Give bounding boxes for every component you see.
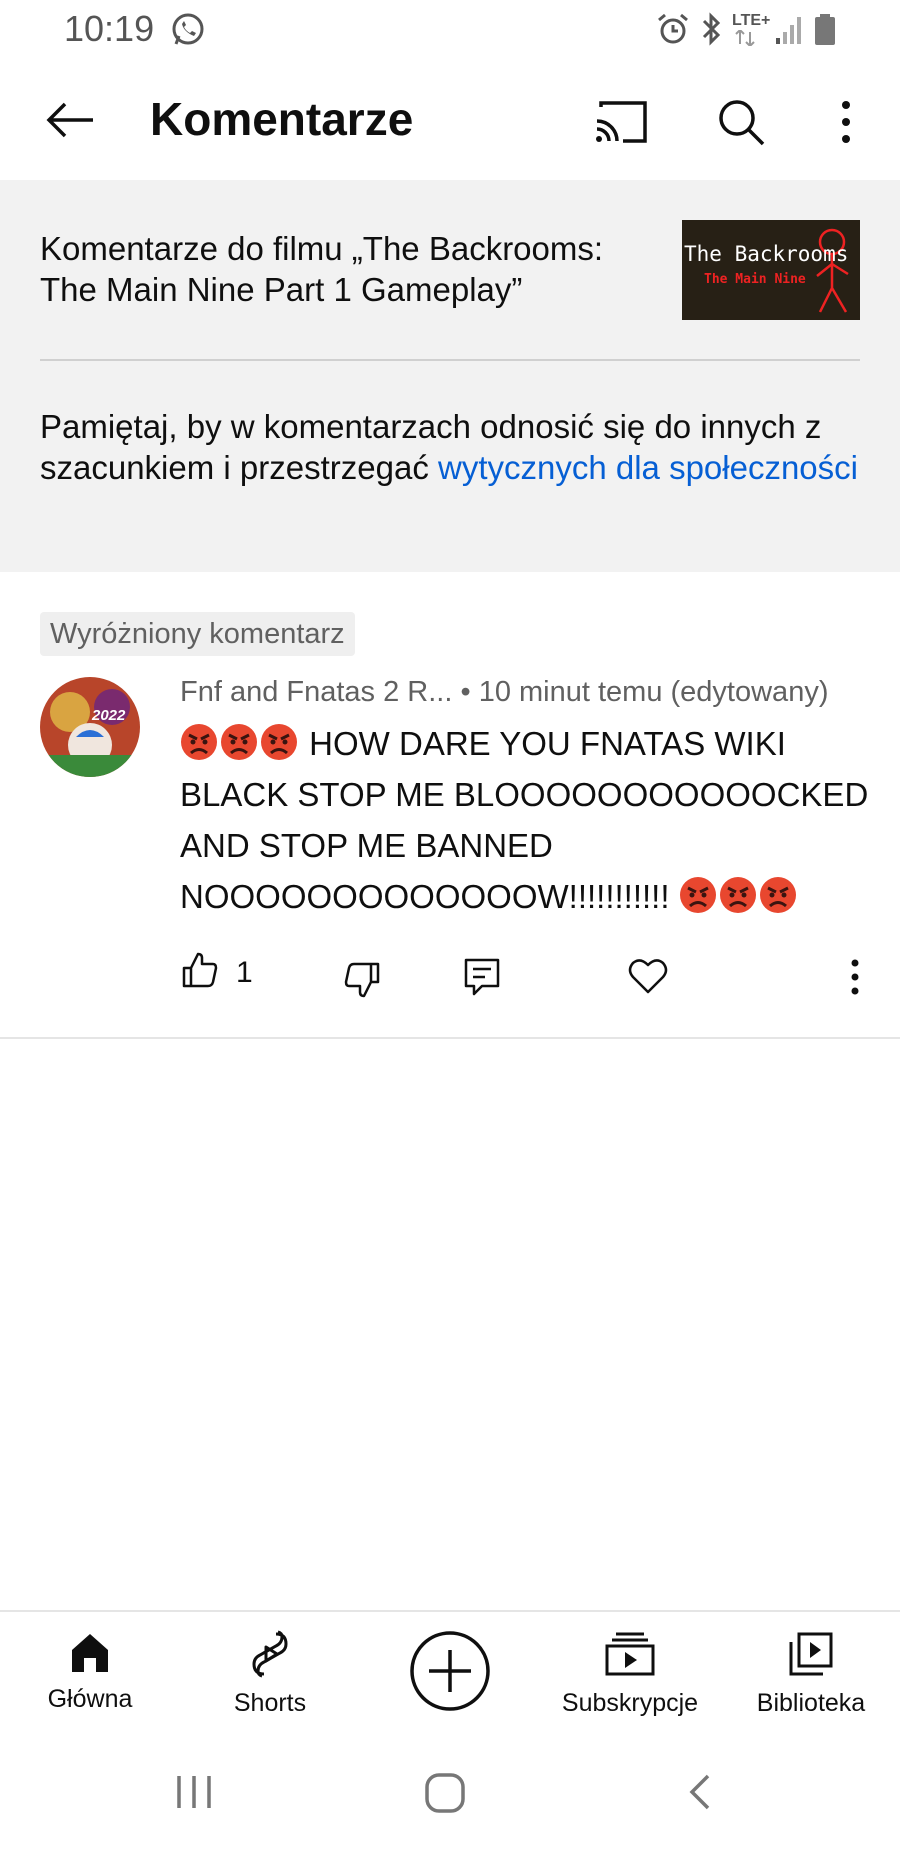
signal-icon bbox=[776, 12, 804, 51]
home-circle-icon[interactable] bbox=[424, 1772, 466, 1819]
angry-face-emoji bbox=[180, 723, 218, 761]
alarm-icon bbox=[656, 12, 690, 51]
guideline-notice: Pamiętaj, by w komentarzach odnosić się … bbox=[40, 406, 870, 488]
lte-icon: LTE+ bbox=[732, 12, 771, 29]
recent-apps-icon[interactable] bbox=[174, 1772, 214, 1817]
home-icon bbox=[68, 1634, 112, 1678]
status-time: 10:19 bbox=[64, 8, 155, 49]
thumbnail-subtitle: The Main Nine bbox=[704, 272, 806, 287]
reply-icon[interactable] bbox=[462, 956, 502, 1003]
like-icon[interactable] bbox=[180, 950, 220, 995]
thumbnail-title: The Backrooms bbox=[684, 242, 849, 266]
highlighted-comment-badge: Wyróżniony komentarz bbox=[40, 612, 355, 656]
comment-more-icon[interactable] bbox=[850, 958, 860, 1001]
angry-face-emoji bbox=[220, 723, 258, 761]
nav-label-library: Biblioteka bbox=[756, 1689, 866, 1717]
nav-label-shorts: Shorts bbox=[233, 1689, 307, 1717]
page-title: Komentarze bbox=[150, 93, 414, 145]
nav-label-home: Główna bbox=[47, 1685, 133, 1713]
angry-face-emoji bbox=[260, 723, 298, 761]
system-back-icon[interactable] bbox=[684, 1772, 714, 1817]
bluetooth-icon bbox=[698, 12, 726, 51]
shorts-icon bbox=[248, 1630, 292, 1682]
create-plus-icon[interactable] bbox=[409, 1630, 491, 1712]
angry-face-emoji bbox=[679, 876, 717, 914]
status-bar: 10:19 LTE+ bbox=[0, 0, 900, 62]
panel-divider bbox=[40, 359, 860, 361]
battery-icon bbox=[814, 12, 836, 51]
more-vert-icon[interactable] bbox=[826, 92, 866, 152]
search-icon[interactable] bbox=[708, 92, 774, 152]
back-arrow-icon[interactable] bbox=[34, 90, 106, 150]
data-arrows-icon bbox=[734, 28, 758, 51]
library-icon bbox=[787, 1632, 835, 1682]
nav-item-library[interactable]: Biblioteka bbox=[726, 1630, 896, 1718]
video-thumbnail[interactable]: The Backrooms The Main Nine bbox=[682, 220, 860, 320]
comment-meta: Fnf and Fnatas 2 R... • 10 minut temu (e… bbox=[180, 676, 828, 709]
avatar-year: 2022 bbox=[92, 707, 126, 724]
nav-item-shorts[interactable]: Shorts bbox=[185, 1630, 355, 1718]
cast-icon[interactable] bbox=[588, 92, 654, 152]
comment-time: 10 minut temu (edytowany) bbox=[478, 676, 829, 708]
meta-separator: • bbox=[452, 676, 479, 708]
like-count: 1 bbox=[236, 956, 253, 989]
video-title-text: Komentarze do filmu „The Backrooms: The … bbox=[40, 230, 604, 308]
angry-face-emoji bbox=[759, 876, 797, 914]
nav-item-subscriptions[interactable]: Subskrypcje bbox=[545, 1630, 715, 1718]
comment-body: HOW DARE YOU FNATAS WIKI BLACK STOP ME B… bbox=[180, 718, 870, 922]
dislike-icon[interactable] bbox=[342, 960, 382, 1005]
whatsapp-icon bbox=[170, 12, 206, 53]
subscriptions-icon bbox=[604, 1632, 656, 1682]
angry-face-emoji bbox=[719, 876, 757, 914]
nav-item-home[interactable]: Główna bbox=[5, 1630, 175, 1714]
avatar[interactable]: 2022 bbox=[40, 677, 140, 777]
comment-divider bbox=[0, 1037, 900, 1039]
comment-author[interactable]: Fnf and Fnatas 2 R... bbox=[180, 676, 452, 708]
heart-icon[interactable] bbox=[627, 956, 669, 1001]
community-guidelines-link[interactable]: wytycznych dla społeczności bbox=[438, 449, 858, 486]
nav-label-subscriptions: Subskrypcje bbox=[561, 1689, 699, 1717]
